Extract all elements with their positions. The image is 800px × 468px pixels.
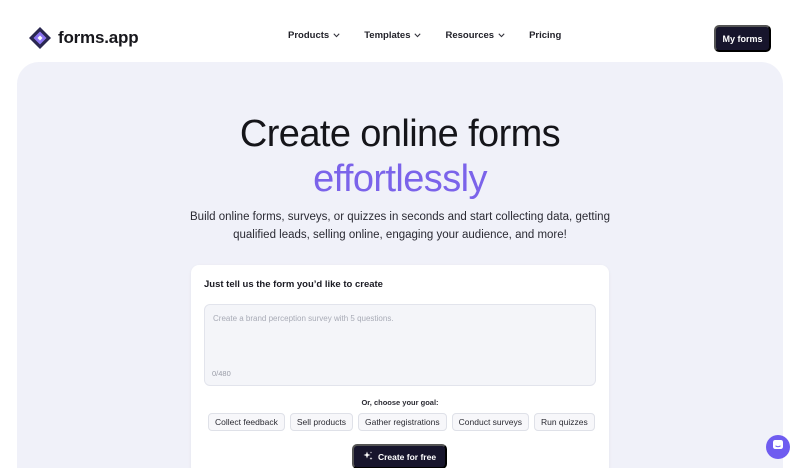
- my-forms-button[interactable]: My forms: [714, 25, 771, 52]
- brand-logo-link[interactable]: forms.app: [28, 26, 139, 50]
- goal-chip-collect-feedback[interactable]: Collect feedback: [208, 413, 285, 431]
- prompt-box: 0/480: [204, 304, 596, 386]
- sparkle-icon: [363, 451, 373, 463]
- nav-item-label: Templates: [364, 30, 411, 41]
- goal-chip-conduct-surveys[interactable]: Conduct surveys: [451, 413, 529, 431]
- goal-chip-gather-registrations[interactable]: Gather registrations: [357, 413, 447, 431]
- ai-form-card: Just tell us the form you’d like to crea…: [191, 265, 609, 468]
- nav-item-pricing[interactable]: Pricing: [529, 30, 561, 41]
- chat-icon: [772, 438, 784, 456]
- chat-launcher-button[interactable]: [766, 435, 790, 459]
- hero-title: Create online forms: [239, 113, 561, 155]
- goal-chips: Collect feedback Sell products Gather re…: [208, 413, 595, 431]
- chevron-down-icon: [414, 33, 422, 38]
- character-counter: 0/480: [212, 369, 231, 378]
- forms-app-logo-icon: [28, 26, 52, 50]
- prompt-label: Just tell us the form you’d like to crea…: [204, 279, 383, 290]
- goal-label: Or, choose your goal:: [361, 398, 439, 407]
- nav-item-resources[interactable]: Resources: [445, 30, 505, 41]
- goal-chip-run-quizzes[interactable]: Run quizzes: [533, 413, 595, 431]
- nav-item-label: Pricing: [529, 30, 562, 41]
- brand-name: forms.app: [58, 28, 139, 47]
- goal-chip-sell-products[interactable]: Sell products: [289, 413, 353, 431]
- nav-item-templates[interactable]: Templates: [364, 30, 422, 41]
- chevron-down-icon: [498, 33, 505, 38]
- main-menu: Products Templates Resources Pricing: [288, 30, 561, 41]
- nav-item-products[interactable]: Products: [288, 30, 340, 41]
- prompt-input[interactable]: [213, 314, 589, 364]
- nav-item-label: Resources: [445, 30, 495, 41]
- create-for-free-button[interactable]: Create for free: [352, 444, 447, 468]
- hero-title-highlight: effortlessly: [313, 158, 487, 200]
- chevron-down-icon: [333, 33, 340, 38]
- nav-item-label: Products: [288, 30, 330, 41]
- hero-subtitle: Build online forms, surveys, or quizzes …: [190, 211, 610, 241]
- create-button-label: Create for free: [377, 451, 437, 462]
